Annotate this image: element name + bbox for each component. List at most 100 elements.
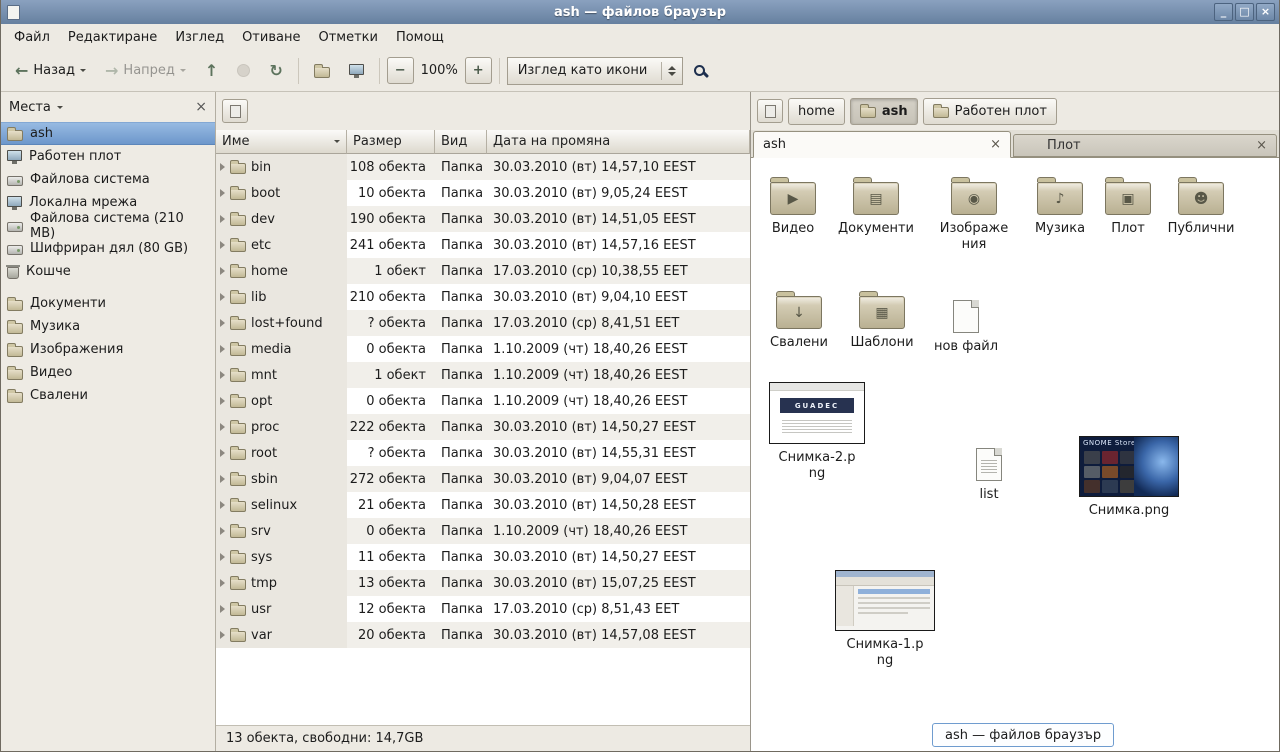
- sidebar-item-encrypted-volume[interactable]: Шифриран дял (80 GB): [1, 237, 215, 260]
- icon-item-snimka2[interactable]: GUADEC Снимка-2.png: [769, 374, 865, 481]
- zoom-out-button[interactable]: −: [387, 57, 414, 84]
- table-row[interactable]: media0 обектаПапка1.10.2009 (чт) 18,40,2…: [216, 336, 750, 362]
- sidebar-item-ash[interactable]: ash: [1, 122, 215, 145]
- tab-close-icon[interactable]: ×: [1256, 139, 1267, 152]
- expander-icon[interactable]: [220, 293, 225, 301]
- expander-icon[interactable]: [220, 319, 225, 327]
- menu-file[interactable]: Файл: [5, 26, 59, 49]
- table-row[interactable]: dev190 обектаПапка30.03.2010 (вт) 14,51,…: [216, 206, 750, 232]
- icon-item-list-file[interactable]: list: [951, 440, 1027, 503]
- menu-bookmarks[interactable]: Отметки: [309, 26, 386, 49]
- maximize-button[interactable]: □: [1235, 3, 1254, 21]
- back-button[interactable]: ← Назад: [7, 57, 94, 84]
- table-row[interactable]: root? обектаПапка30.03.2010 (вт) 14,55,3…: [216, 440, 750, 466]
- sidebar-item-music[interactable]: Музика: [1, 315, 215, 338]
- expander-icon[interactable]: [220, 163, 225, 171]
- expander-icon[interactable]: [220, 189, 225, 197]
- sidebar-item-filesystem-210mb[interactable]: Файлова система (210 MB): [1, 214, 215, 237]
- column-header-size[interactable]: Размер: [347, 130, 435, 154]
- expander-icon[interactable]: [220, 449, 225, 457]
- sidebar-item-pictures[interactable]: Изображения: [1, 338, 215, 361]
- icon-item-snimka[interactable]: GNOME Store Снимка.png: [1079, 428, 1179, 519]
- table-row[interactable]: var20 обектаПапка30.03.2010 (вт) 14,57,0…: [216, 622, 750, 648]
- tab-desktop[interactable]: Плот ×: [1013, 134, 1277, 157]
- expander-icon[interactable]: [220, 605, 225, 613]
- column-header-date[interactable]: Дата на промяна: [487, 130, 750, 154]
- column-header-type[interactable]: Вид: [435, 130, 487, 154]
- icon-item-downloads[interactable]: ↓ Свалени: [761, 288, 837, 351]
- sidebar-item-documents[interactable]: Документи: [1, 292, 215, 315]
- sidebar-selector-chevron-icon[interactable]: [57, 106, 63, 109]
- expander-icon[interactable]: [220, 423, 225, 431]
- pane-tab-button[interactable]: [757, 99, 783, 123]
- person-emblem-icon: ☻: [1194, 191, 1209, 207]
- expander-icon[interactable]: [220, 215, 225, 223]
- computer-button[interactable]: [341, 58, 372, 84]
- menu-edit[interactable]: Редактиране: [59, 26, 166, 49]
- pane-tab-button[interactable]: [222, 99, 248, 123]
- expander-icon[interactable]: [220, 631, 225, 639]
- expander-icon[interactable]: [220, 553, 225, 561]
- search-button[interactable]: [686, 59, 717, 82]
- expander-icon[interactable]: [220, 241, 225, 249]
- expander-icon[interactable]: [220, 371, 225, 379]
- icon-item-snimka1[interactable]: Снимка-1.png: [835, 562, 935, 668]
- close-button[interactable]: ×: [1256, 3, 1275, 21]
- view-mode-dropdown[interactable]: Изглед като икони: [507, 57, 683, 85]
- table-row[interactable]: selinux21 обектаПапка30.03.2010 (вт) 14,…: [216, 492, 750, 518]
- icon-item-pictures[interactable]: ◉ Изображения: [936, 174, 1012, 252]
- expander-icon[interactable]: [220, 267, 225, 275]
- icon-item-new-file[interactable]: нов файл: [928, 292, 1004, 355]
- expander-icon[interactable]: [220, 527, 225, 535]
- menu-view[interactable]: Изглед: [166, 26, 233, 49]
- sidebar-close-icon[interactable]: ×: [195, 100, 207, 114]
- table-row[interactable]: proc222 обектаПапка30.03.2010 (вт) 14,50…: [216, 414, 750, 440]
- table-row[interactable]: sbin272 обектаПапка30.03.2010 (вт) 9,04,…: [216, 466, 750, 492]
- table-row[interactable]: tmp13 обектаПапка30.03.2010 (вт) 15,07,2…: [216, 570, 750, 596]
- stop-button[interactable]: [229, 58, 258, 83]
- sidebar-item-video[interactable]: Видео: [1, 361, 215, 384]
- zoom-in-button[interactable]: +: [465, 57, 492, 84]
- icon-item-desktop-folder[interactable]: ▣ Плот: [1090, 174, 1166, 237]
- table-row[interactable]: srv0 обектаПапка1.10.2009 (чт) 18,40,26 …: [216, 518, 750, 544]
- sidebar-item-desktop[interactable]: Работен плот: [1, 145, 215, 168]
- home-button[interactable]: [306, 58, 338, 84]
- breadcrumb-ash[interactable]: ash: [850, 98, 918, 125]
- expander-icon[interactable]: [220, 345, 225, 353]
- icon-item-music[interactable]: ♪ Музика: [1022, 174, 1098, 237]
- forward-button[interactable]: → Напред: [97, 57, 194, 84]
- sidebar-item-trash[interactable]: Кошче: [1, 260, 215, 283]
- expander-icon[interactable]: [220, 501, 225, 509]
- table-row[interactable]: lib210 обектаПапка30.03.2010 (вт) 9,04,1…: [216, 284, 750, 310]
- table-row[interactable]: boot10 обектаПапка30.03.2010 (вт) 9,05,2…: [216, 180, 750, 206]
- back-history-chevron-icon[interactable]: [80, 69, 86, 72]
- icon-item-video[interactable]: ▶ Видео: [755, 174, 831, 237]
- sidebar-title[interactable]: Места: [9, 100, 51, 115]
- menu-help[interactable]: Помощ: [387, 26, 453, 49]
- breadcrumb-desktop[interactable]: Работен плот: [923, 98, 1057, 125]
- icon-item-documents[interactable]: ▤ Документи: [838, 174, 914, 237]
- table-row[interactable]: bin108 обектаПапка30.03.2010 (вт) 14,57,…: [216, 154, 750, 180]
- reload-button[interactable]: ↻: [261, 58, 290, 84]
- tab-ash[interactable]: ash ×: [753, 131, 1011, 158]
- table-row[interactable]: mnt1 обектПапка1.10.2009 (чт) 18,40,26 E…: [216, 362, 750, 388]
- sidebar-item-filesystem[interactable]: Файлова система: [1, 168, 215, 191]
- table-row[interactable]: etc241 обектаПапка30.03.2010 (вт) 14,57,…: [216, 232, 750, 258]
- minimize-button[interactable]: _: [1214, 3, 1233, 21]
- breadcrumb-home[interactable]: home: [788, 98, 845, 125]
- table-row[interactable]: usr12 обектаПапка17.03.2010 (ср) 8,51,43…: [216, 596, 750, 622]
- menu-go[interactable]: Отиване: [233, 26, 309, 49]
- icon-item-templates[interactable]: ▦ Шаблони: [844, 288, 920, 351]
- expander-icon[interactable]: [220, 397, 225, 405]
- table-row[interactable]: opt0 обектаПапка1.10.2009 (чт) 18,40,26 …: [216, 388, 750, 414]
- expander-icon[interactable]: [220, 475, 225, 483]
- table-row[interactable]: home1 обектПапка17.03.2010 (ср) 10,38,55…: [216, 258, 750, 284]
- tab-close-icon[interactable]: ×: [990, 138, 1001, 151]
- up-button[interactable]: ↑: [197, 58, 226, 84]
- expander-icon[interactable]: [220, 579, 225, 587]
- icon-item-public[interactable]: ☻ Публични: [1163, 174, 1239, 237]
- sidebar-item-downloads[interactable]: Свалени: [1, 384, 215, 407]
- table-row[interactable]: sys11 обектаПапка30.03.2010 (вт) 14,50,2…: [216, 544, 750, 570]
- column-header-name[interactable]: Име: [216, 130, 347, 154]
- table-row[interactable]: lost+found? обектаПапка17.03.2010 (ср) 8…: [216, 310, 750, 336]
